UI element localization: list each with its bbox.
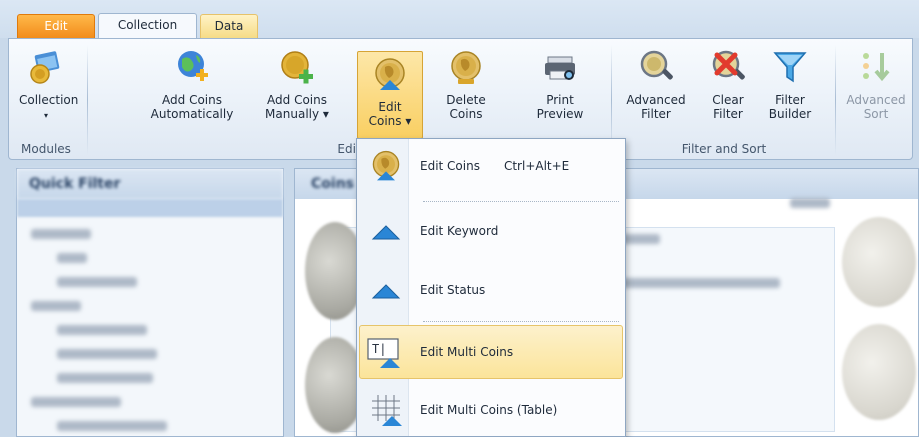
menu-separator [423, 321, 619, 322]
tab-collection[interactable]: Collection [98, 13, 197, 39]
collection-icon [30, 51, 60, 84]
quick-filter-title: Quick Filter [17, 169, 283, 199]
filter-row[interactable] [57, 373, 153, 383]
globe-add-icon [178, 51, 208, 81]
magnifier-coin-icon [640, 50, 673, 80]
group-label-modules: Modules [21, 142, 71, 156]
menu-item-label: Edit Multi Coins [420, 345, 514, 359]
coin-edit-icon [372, 150, 400, 181]
filter-builder-line1: Filter [775, 93, 805, 107]
sort-icon [863, 53, 890, 82]
delete-coins-button[interactable]: Delete Coins [433, 47, 499, 139]
ribbon-tab-bar: Edit Collection Data [0, 0, 919, 39]
menu-item-label: Edit Status [420, 283, 486, 297]
collection-button-label: Collection [19, 93, 79, 107]
group-separator [835, 45, 836, 155]
add-coins-manual-line2: Manually ▾ [265, 107, 329, 121]
filter-row[interactable] [31, 397, 121, 407]
advanced-filter-button[interactable]: Advanced Filter [619, 47, 693, 139]
filter-row[interactable] [57, 277, 137, 287]
coin-delete-icon [451, 51, 481, 84]
group-separator [87, 45, 88, 155]
print-preview-line1: Print [546, 93, 574, 107]
group-label-filter-and-sort: Filter and Sort [681, 142, 767, 156]
advanced-sort-button[interactable]: Advanced Sort [841, 47, 911, 139]
menu-item-edit-multi-coins[interactable]: T| Edit Multi Coins [359, 325, 623, 379]
triangle-icon [371, 225, 401, 240]
menu-item-label: Edit Keyword [420, 224, 499, 238]
clear-filter-line2: Filter [713, 107, 743, 121]
filter-row[interactable] [57, 349, 157, 359]
funnel-icon [773, 52, 807, 83]
multi-edit-icon: T| [367, 338, 400, 368]
advanced-sort-line2: Sort [863, 107, 889, 121]
filter-row[interactable] [57, 253, 87, 263]
add-coins-automatically-button[interactable]: Add Coins Automatically [137, 47, 247, 139]
filter-row[interactable] [31, 229, 91, 239]
menu-item-edit-multi-coins-table[interactable]: Edit Multi Coins (Table) [359, 385, 623, 435]
coin-thumbnail[interactable] [842, 217, 916, 307]
dropdown-arrow-icon: ▾ [43, 111, 48, 120]
advanced-sort-line1: Advanced [846, 93, 906, 107]
clear-filter-icon [712, 50, 745, 80]
coin-edit-icon [375, 58, 405, 90]
add-coins-manual-line1: Add Coins [267, 93, 327, 107]
edit-coins-button[interactable]: Edit Coins ▾ [357, 51, 423, 139]
filter-row[interactable] [31, 301, 81, 311]
filter-builder-line2: Builder [768, 107, 812, 121]
quick-filter-panel: Quick Filter [16, 168, 284, 437]
collection-button[interactable]: Collection ▾ [19, 47, 78, 139]
table-edit-icon [372, 395, 402, 426]
menu-item-label: Edit Coins [420, 159, 480, 173]
tab-data[interactable]: Data [200, 14, 258, 38]
svg-text:T|: T| [372, 342, 386, 356]
filter-row[interactable] [57, 325, 147, 335]
advanced-filter-line1: Advanced [626, 93, 686, 107]
records-label [790, 198, 830, 208]
clear-filter-button[interactable]: Clear Filter [705, 47, 751, 139]
filter-builder-button[interactable]: Filter Builder [761, 47, 819, 139]
list-item[interactable] [620, 278, 780, 288]
quick-filter-subheader [17, 199, 283, 217]
print-preview-line2: Preview [536, 107, 584, 121]
coins-panel-title: Coins [311, 176, 354, 192]
tab-edit[interactable]: Edit [17, 14, 95, 38]
coin-thumbnail[interactable] [842, 324, 916, 420]
menu-separator [423, 201, 619, 202]
menu-item-edit-coins[interactable]: Edit Coins Ctrl+Alt+E [359, 141, 623, 191]
edit-coins-dropdown-menu: Edit Coins Ctrl+Alt+E Edit Keyword Edit … [356, 138, 626, 437]
delete-coins-line1: Delete [446, 93, 486, 107]
print-preview-button[interactable]: Print Preview [525, 47, 595, 139]
menu-item-label: Edit Multi Coins (Table) [420, 403, 558, 417]
menu-item-shortcut: Ctrl+Alt+E [503, 159, 570, 173]
clear-filter-line1: Clear [712, 93, 744, 107]
filter-row[interactable] [57, 421, 167, 431]
add-coins-manually-button[interactable]: Add Coins Manually ▾ [255, 47, 339, 139]
advanced-filter-line2: Filter [641, 107, 671, 121]
coin-add-icon [281, 51, 313, 84]
add-coins-auto-line2: Automatically [150, 107, 234, 121]
add-coins-auto-line1: Add Coins [162, 93, 222, 107]
edit-coins-line1: Edit [378, 100, 402, 114]
menu-item-edit-status[interactable]: Edit Status [359, 265, 623, 315]
triangle-icon [371, 284, 401, 299]
print-preview-icon [545, 56, 575, 80]
edit-coins-line2: Coins ▾ [368, 114, 412, 128]
menu-item-edit-keyword[interactable]: Edit Keyword [359, 206, 623, 256]
list-item[interactable] [620, 234, 660, 244]
delete-coins-line2: Coins [449, 107, 483, 121]
